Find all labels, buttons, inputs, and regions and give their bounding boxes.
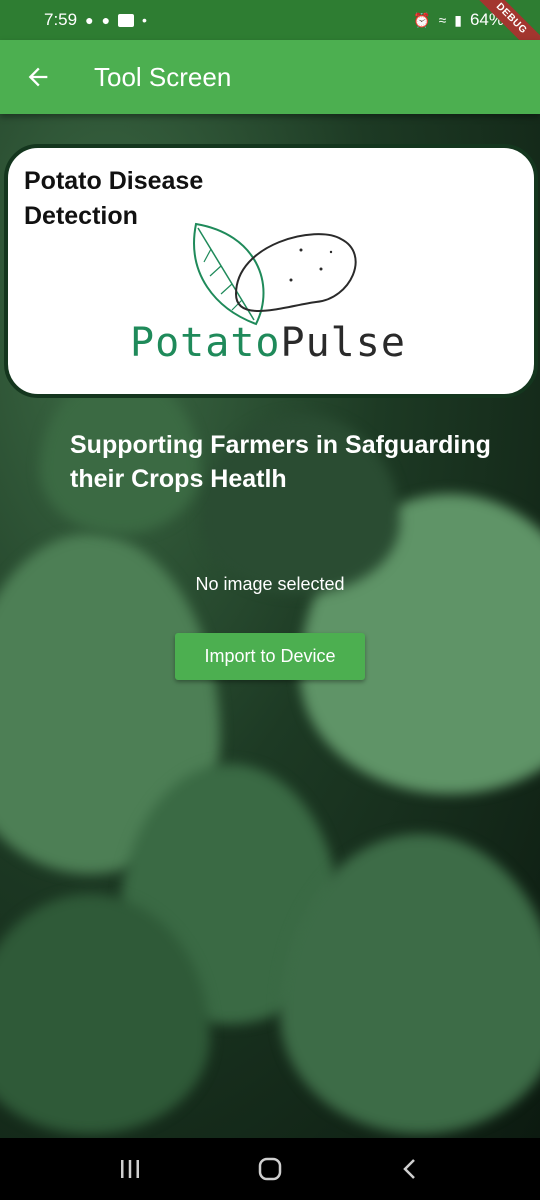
app-notification-icon xyxy=(118,13,135,27)
system-back-button[interactable] xyxy=(380,1144,440,1194)
alarm-icon: ⏰ xyxy=(413,12,431,28)
recents-icon xyxy=(121,1160,139,1178)
subtitle-text: Supporting Farmers in Safguarding their … xyxy=(70,431,491,493)
status-left: 7:59 ● ● • xyxy=(44,10,147,30)
wifi-icon: ≈ xyxy=(438,12,447,28)
navigation-bar xyxy=(0,1138,540,1200)
dot-icon: • xyxy=(142,12,147,28)
recents-button[interactable] xyxy=(100,1144,160,1194)
signal-icon: ▮ xyxy=(454,12,462,28)
snapchat-icon: ● xyxy=(85,12,94,28)
snapchat-icon: ● xyxy=(101,12,111,28)
import-to-device-button[interactable]: Import to Device xyxy=(175,633,365,680)
arrow-left-icon xyxy=(28,67,48,87)
logo-word-pulse: Pulse xyxy=(280,320,406,366)
logo-word-potato: Potato xyxy=(130,320,281,366)
app-title: Tool Screen xyxy=(94,61,232,92)
back-button[interactable] xyxy=(10,49,66,105)
logo-wordmark: PotatoPulse xyxy=(130,320,406,366)
status-time: 7:59 xyxy=(44,10,78,29)
back-chevron-icon xyxy=(403,1159,415,1179)
home-button[interactable] xyxy=(240,1144,300,1194)
status-bar: 7:59 ● ● • ⏰ ≈ ▮ 64% DEBUG xyxy=(0,0,540,65)
header-card: Potato Disease Detection PotatoPulse xyxy=(4,144,538,398)
app-bar: Tool Screen xyxy=(0,40,540,114)
image-status-text: No image selected xyxy=(195,574,345,594)
home-icon xyxy=(258,1157,282,1181)
status-right: ⏰ ≈ ▮ 64% xyxy=(413,10,504,30)
